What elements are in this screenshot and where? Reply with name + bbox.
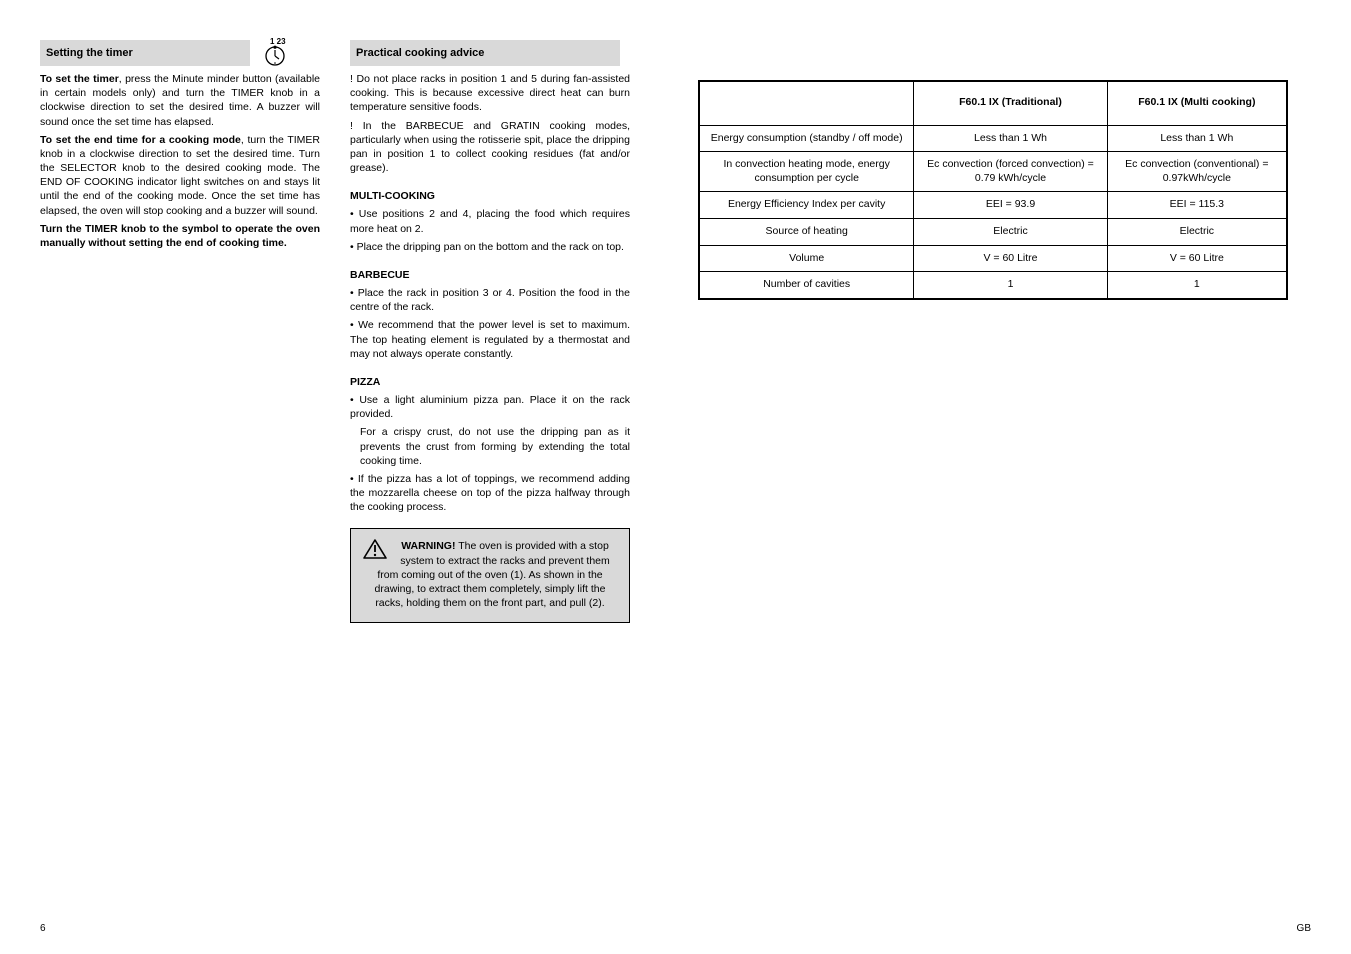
heading-text: Setting the timer (46, 47, 133, 59)
table-row: Source of heating Electric Electric (699, 219, 1287, 246)
th-trad: F60.1 IX (Traditional) (914, 81, 1107, 125)
cell: Electric (914, 219, 1107, 246)
page-number: 6 (40, 923, 46, 934)
table-row: Number of cavities 1 1 (699, 272, 1287, 299)
cell: Energy Efficiency Index per cavity (699, 192, 914, 219)
sub-pizza: PIZZA (350, 375, 630, 389)
timer-note: Turn the TIMER knob to the symbol to ope… (40, 222, 320, 250)
cell: Ec convection (forced convection) = 0.79… (914, 152, 1107, 192)
timer-paragraph-1: To set the timer, press the Minute minde… (40, 72, 320, 129)
warning-triangle-icon (363, 539, 387, 564)
sub-multi-cooking: MULTI-COOKING (350, 189, 630, 203)
th-blank (699, 81, 914, 125)
advice-p1: ! Do not place racks in position 1 and 5… (350, 72, 630, 115)
column-3: F60.1 IX (Traditional) F60.1 IX (Multi c… (698, 80, 1288, 300)
warning-lead: WARNING! (401, 540, 455, 552)
timer-paragraph-2: To set the end time for a cooking mode, … (40, 133, 320, 218)
cell: 1 (914, 272, 1107, 299)
cell: EEI = 115.3 (1107, 192, 1287, 219)
table-row: Energy Efficiency Index per cavity EEI =… (699, 192, 1287, 219)
cell: V = 60 Litre (1107, 245, 1287, 272)
cell: EEI = 93.9 (914, 192, 1107, 219)
timer-text-2: , turn the TIMER knob in a clockwise dir… (40, 134, 320, 217)
cell: Ec convection (conventional) = 0.97kWh/c… (1107, 152, 1287, 192)
clock-icon: 1 23 (258, 36, 292, 70)
warning-box: WARNING! The oven is provided with a sto… (350, 528, 630, 623)
heading-setting-timer: Setting the timer 1 23 (40, 40, 250, 66)
cell: Less than 1 Wh (914, 125, 1107, 152)
advice-p2: ! In the BARBECUE and GRATIN cooking mod… (350, 119, 630, 176)
heading-practical-advice: Practical cooking advice (350, 40, 620, 66)
cell: Energy consumption (standby / off mode) (699, 125, 914, 152)
cell: Less than 1 Wh (1107, 125, 1287, 152)
bullet-4: • We recommend that the power level is s… (350, 318, 630, 361)
heading-text-2: Practical cooking advice (356, 47, 484, 59)
cell: Electric (1107, 219, 1287, 246)
bold-set-end: To set the end time for a cooking mode (40, 134, 241, 146)
sub-barbecue: BARBECUE (350, 268, 630, 282)
column-2: Practical cooking advice ! Do not place … (350, 40, 630, 623)
svg-text:1 23: 1 23 (270, 37, 286, 46)
lang-code: GB (1297, 923, 1311, 934)
cell: Volume (699, 245, 914, 272)
warning-content: WARNING! The oven is provided with a sto… (363, 539, 617, 610)
table-row: In convection heating mode, energy consu… (699, 152, 1287, 192)
bullet-7: • If the pizza has a lot of toppings, we… (350, 472, 630, 515)
bullet-3: • Place the rack in position 3 or 4. Pos… (350, 286, 630, 314)
energy-table: F60.1 IX (Traditional) F60.1 IX (Multi c… (698, 80, 1288, 300)
cell: Source of heating (699, 219, 914, 246)
cell: 1 (1107, 272, 1287, 299)
bullet-1: • Use positions 2 and 4, placing the foo… (350, 207, 630, 235)
cell: V = 60 Litre (914, 245, 1107, 272)
bullet-5: • Use a light aluminium pizza pan. Place… (350, 393, 630, 421)
page-footer: 6 GB (0, 923, 1351, 934)
th-multi: F60.1 IX (Multi cooking) (1107, 81, 1287, 125)
bullet-6: For a crispy crust, do not use the dripp… (350, 425, 630, 468)
bullet-2: • Place the dripping pan on the bottom a… (350, 240, 630, 254)
cell: In convection heating mode, energy consu… (699, 152, 914, 192)
column-1: Setting the timer 1 23 To set the timer,… (40, 40, 320, 254)
table-row: Energy consumption (standby / off mode) … (699, 125, 1287, 152)
table-row: Volume V = 60 Litre V = 60 Litre (699, 245, 1287, 272)
cell: Number of cavities (699, 272, 914, 299)
bold-set-timer: To set the timer (40, 73, 119, 85)
